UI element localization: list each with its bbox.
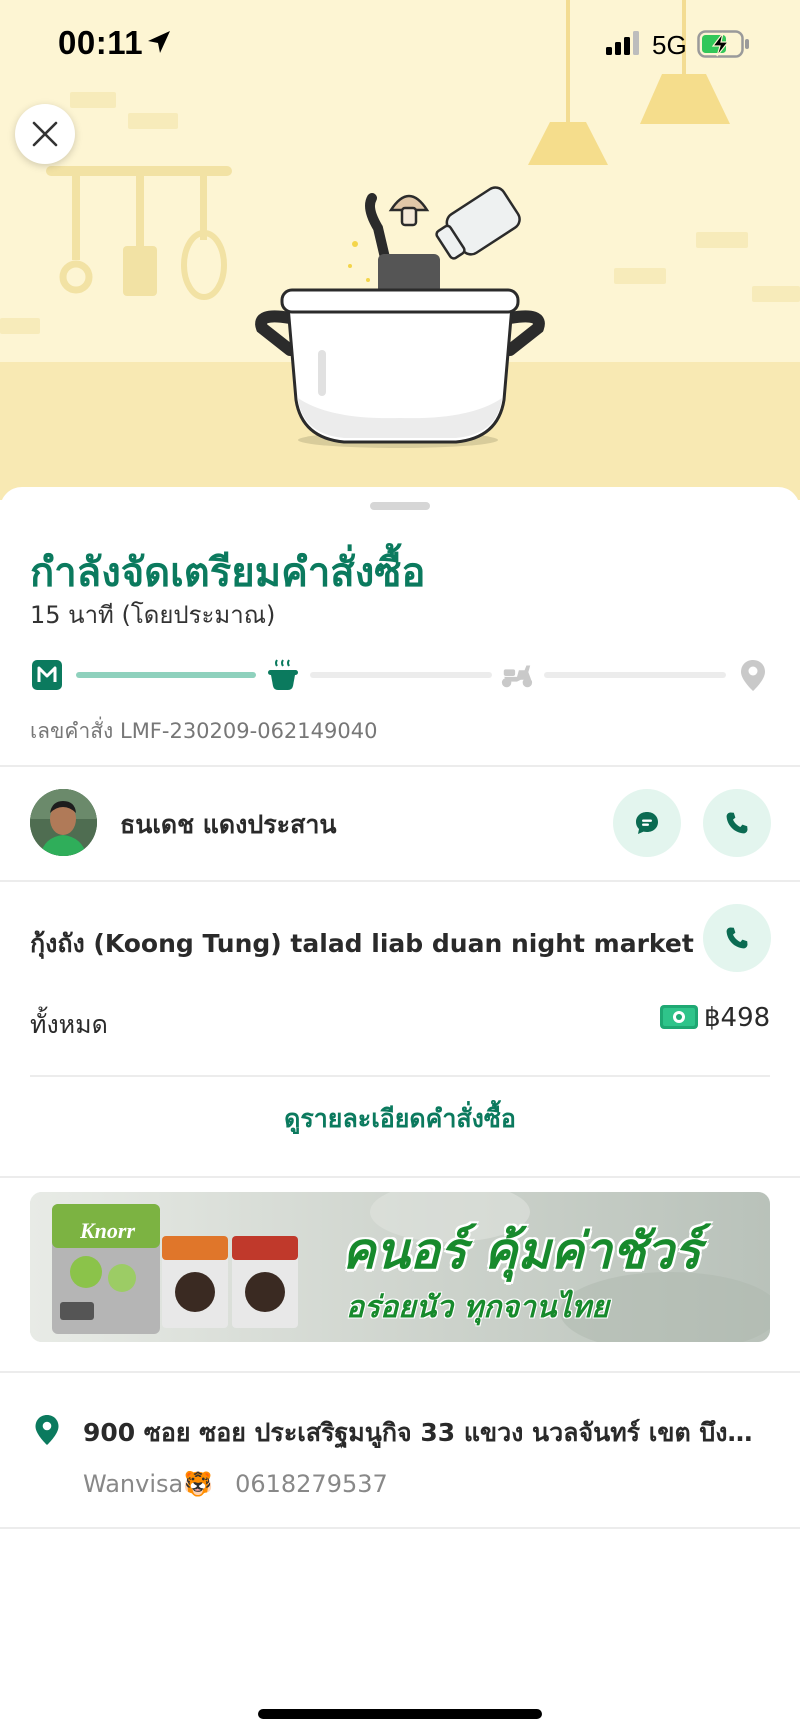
location-pin-icon	[35, 1415, 59, 1445]
divider	[0, 1527, 800, 1529]
total-label: ทั้งหมด	[30, 1010, 108, 1039]
order-sheet: กำลังจัดเตรียมคำสั่งซื้อ 15 นาที (โดยประ…	[0, 487, 800, 1731]
phone-icon	[726, 812, 748, 834]
call-merchant-button[interactable]	[703, 904, 771, 972]
recipient-name: Wanvisa🐯	[83, 1470, 214, 1498]
progress-segment-1	[76, 672, 256, 678]
delivery-address: 900 ซอย ซอย ประเสริฐมนูกิจ 33 แขวง นวลจั…	[83, 1418, 763, 1447]
merchant-m-icon	[30, 657, 64, 693]
call-driver-button[interactable]	[703, 789, 771, 857]
svg-text:Knorr: Knorr	[80, 1218, 135, 1243]
knorr-ad-banner[interactable]: Knorr คนอร์ คุ้มค่าชัวร์ อร่อยนัว ทุกจาน…	[30, 1192, 770, 1342]
sheet-grabber[interactable]	[370, 502, 430, 510]
recipient-phone: 0618279537	[235, 1470, 388, 1498]
signal-icon	[606, 31, 639, 55]
order-number: เลขคำสั่ง LMF-230209-062149040	[30, 719, 378, 743]
scooter-icon	[500, 657, 534, 693]
driver-name: ธนเดช แดงประสาน	[120, 810, 337, 839]
driver-avatar	[30, 789, 97, 856]
banner-subline: อร่อยนัว ทุกจานไทย	[346, 1290, 609, 1325]
battery-charging-icon	[697, 30, 749, 58]
phone-icon	[726, 927, 748, 949]
location-arrow-icon	[148, 31, 170, 53]
knorr-logo: Knorr	[80, 1218, 135, 1243]
divider	[0, 1176, 800, 1178]
banner-headline: คนอร์ คุ้มค่าชัวร์	[342, 1222, 701, 1280]
status-bar: 00:11 5G	[0, 0, 800, 92]
total-amount: ฿498	[704, 1003, 771, 1033]
divider	[0, 1371, 800, 1373]
driver-row: ธนเดช แดงประสาน	[0, 765, 800, 880]
close-icon	[32, 121, 58, 147]
progress-segment-2	[310, 672, 492, 678]
chat-driver-button[interactable]	[613, 789, 681, 857]
network-type: 5G	[652, 30, 687, 60]
close-button[interactable]	[15, 104, 75, 164]
progress-segment-3	[544, 672, 726, 678]
merchant-name: กุ้งถัง (Koong Tung) talad liab duan nig…	[30, 929, 694, 958]
cooking-pot-icon	[266, 657, 300, 693]
location-pin-icon	[736, 657, 770, 693]
chat-icon	[636, 812, 658, 834]
eta-text: 15 นาที (โดยประมาณ)	[30, 601, 276, 629]
order-progress	[30, 657, 770, 693]
status-time: 00:11	[58, 24, 144, 61]
view-order-details-link[interactable]: ดูรายละเอียดคำสั่งซื้อ	[0, 1099, 800, 1139]
recipient-info: Wanvisa🐯 0618279537	[83, 1470, 388, 1498]
cash-icon	[660, 1005, 698, 1029]
home-indicator	[258, 1709, 542, 1719]
divider	[0, 880, 800, 882]
divider	[30, 1075, 770, 1077]
